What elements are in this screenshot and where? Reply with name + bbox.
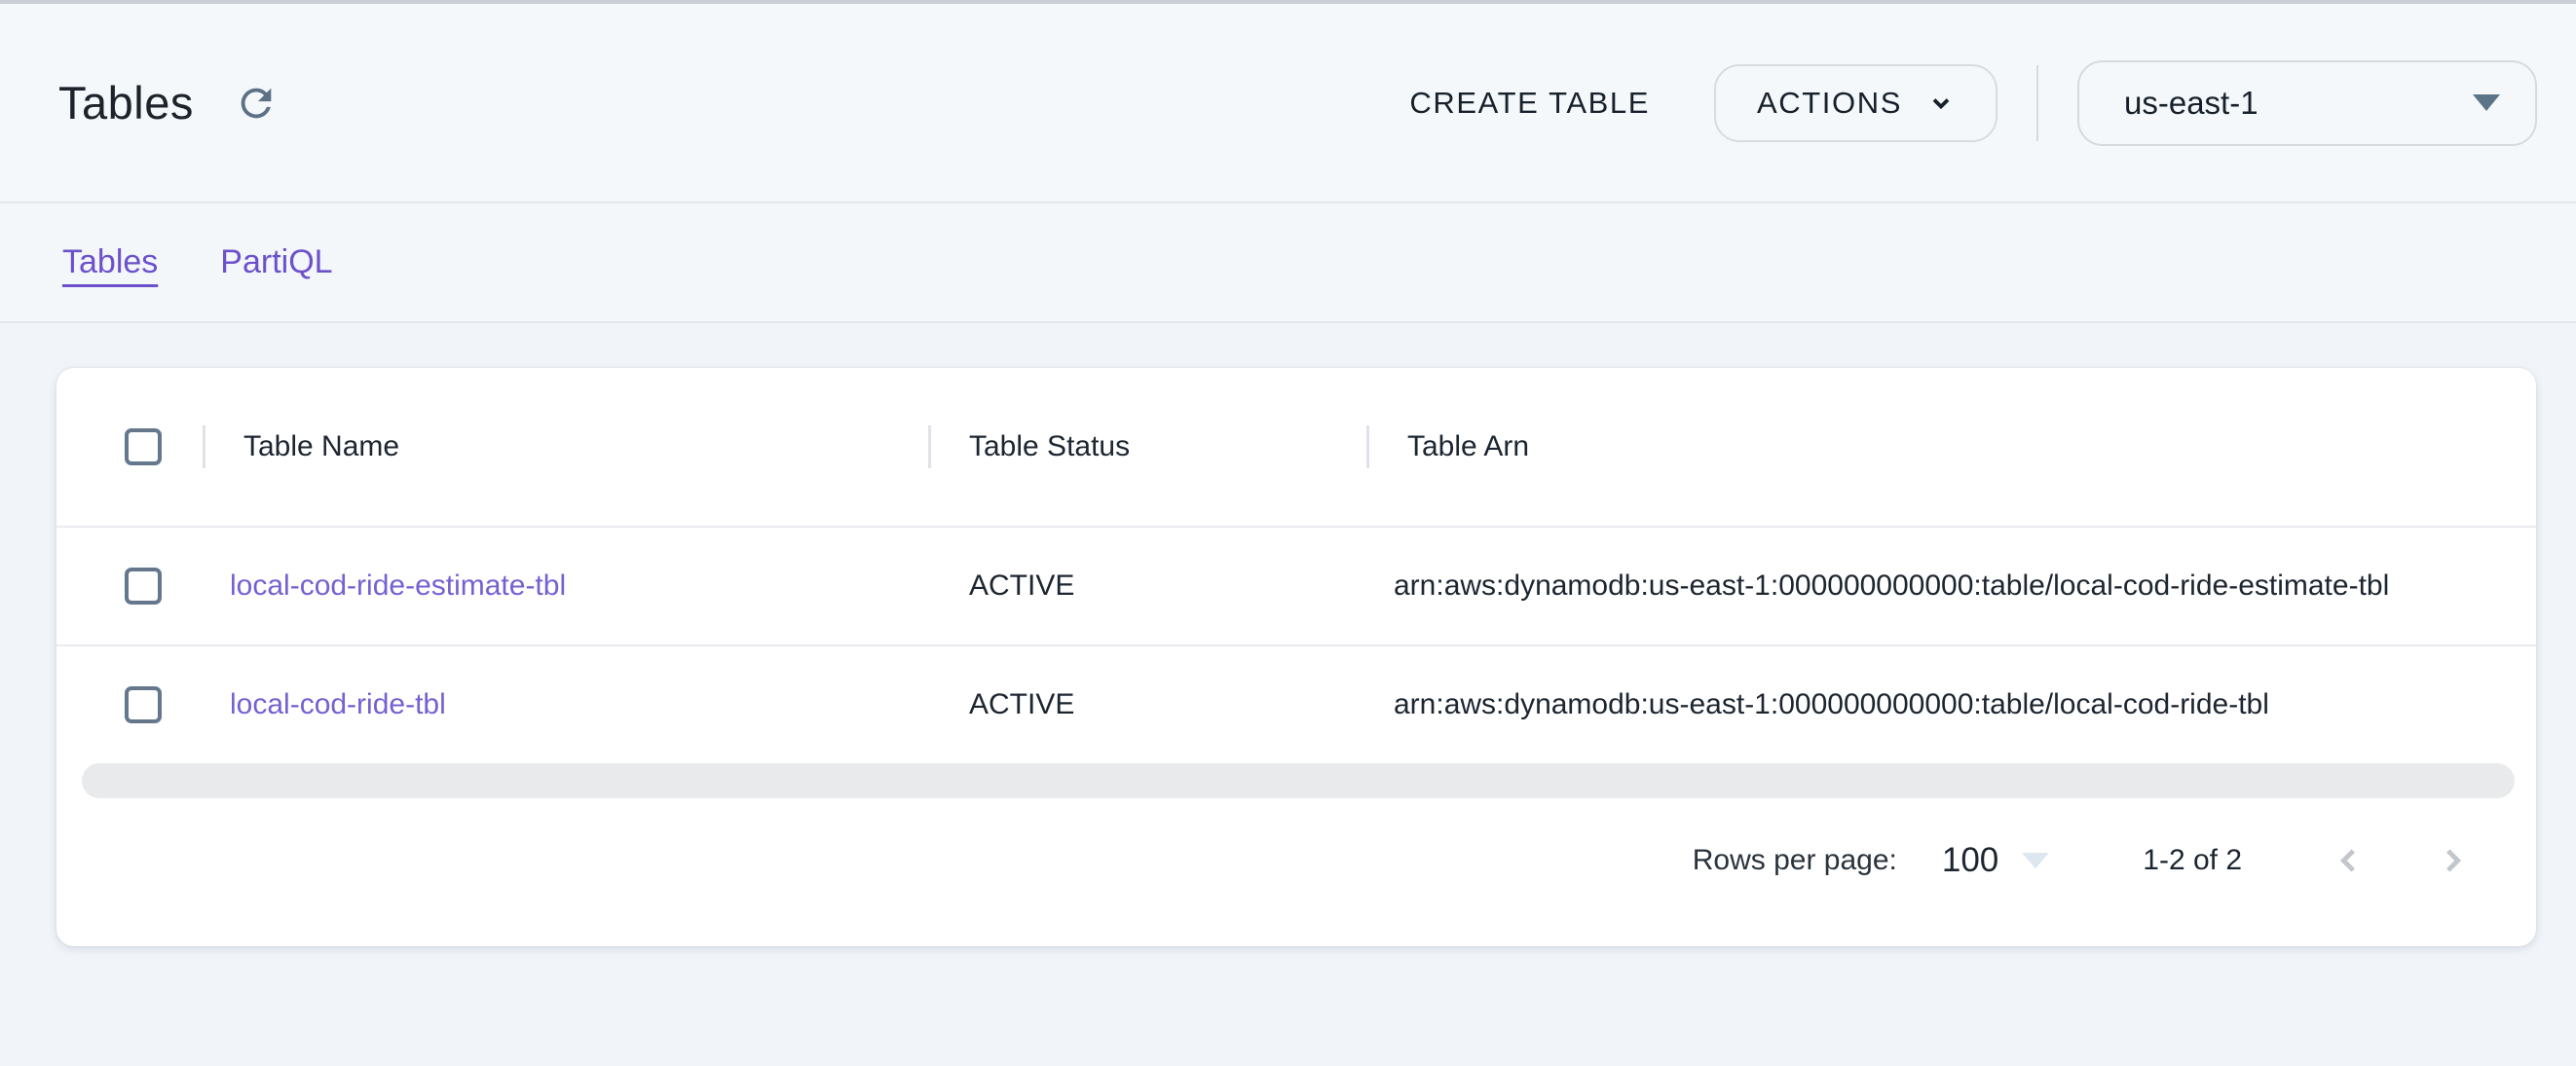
column-header-table-name: Table Name xyxy=(203,430,928,463)
refresh-button[interactable] xyxy=(229,76,283,130)
table-name-link[interactable]: local-cod-ride-tbl xyxy=(230,688,446,720)
table-arn-cell: arn:aws:dynamodb:us-east-1:000000000000:… xyxy=(1366,688,2536,721)
chevron-left-icon xyxy=(2333,844,2366,877)
create-table-button[interactable]: CREATE TABLE xyxy=(1388,68,1671,138)
rows-per-page-select[interactable]: 100 xyxy=(1942,841,2049,880)
rows-per-page-value: 100 xyxy=(1942,841,1998,880)
table-name-link[interactable]: local-cod-ride-estimate-tbl xyxy=(230,570,566,602)
select-all-checkbox[interactable] xyxy=(125,428,162,465)
chevron-right-icon xyxy=(2436,844,2469,877)
header-vertical-divider xyxy=(2036,65,2038,141)
tab-partiql[interactable]: PartiQL xyxy=(218,239,334,285)
refresh-icon xyxy=(234,81,279,126)
actions-button[interactable]: ACTIONS xyxy=(1714,64,1997,142)
table-header-row: Table Name Table Status Table Arn xyxy=(56,368,2536,526)
prev-page-button[interactable] xyxy=(2328,839,2371,882)
main-content: Table Name Table Status Table Arn local-… xyxy=(0,323,2576,1066)
rows-per-page-label: Rows per page: xyxy=(1693,844,1897,877)
pagination-range: 1-2 of 2 xyxy=(2143,844,2242,877)
pagination-bar: Rows per page: 100 1-2 of 2 xyxy=(56,839,2536,882)
table-status-cell: ACTIVE xyxy=(928,688,1366,721)
table-row: local-cod-ride-tbl ACTIVE arn:aws:dynamo… xyxy=(56,644,2536,763)
next-page-button[interactable] xyxy=(2431,839,2474,882)
app-root: Tables CREATE TABLE ACTIONS us-east-1 xyxy=(0,0,2576,1066)
table-name-cell: local-cod-ride-tbl xyxy=(203,688,928,721)
column-header-table-arn: Table Arn xyxy=(1366,430,2536,463)
row-checkbox-cell xyxy=(56,686,203,723)
row-checkbox[interactable] xyxy=(125,568,162,605)
region-select-value: us-east-1 xyxy=(2124,85,2259,122)
region-select[interactable]: us-east-1 xyxy=(2077,60,2537,146)
row-checkbox-cell xyxy=(56,568,203,605)
select-all-cell xyxy=(56,428,203,465)
tab-bar: Tables PartiQL xyxy=(0,202,2576,323)
page-title: Tables xyxy=(58,76,194,129)
actions-button-label: ACTIONS xyxy=(1757,86,1902,121)
horizontal-scrollbar-thumb[interactable] xyxy=(82,763,2515,798)
horizontal-scrollbar[interactable] xyxy=(82,763,2515,798)
row-checkbox[interactable] xyxy=(125,686,162,723)
rows-per-page-caret-icon xyxy=(2022,853,2049,868)
tab-tables[interactable]: Tables xyxy=(60,239,160,285)
table-arn-cell: arn:aws:dynamodb:us-east-1:000000000000:… xyxy=(1366,570,2536,603)
tables-card: Table Name Table Status Table Arn local-… xyxy=(56,368,2536,946)
table-status-cell: ACTIVE xyxy=(928,570,1366,603)
caret-down-icon xyxy=(2473,94,2500,111)
chevron-down-icon xyxy=(1927,90,1955,117)
table-name-cell: local-cod-ride-estimate-tbl xyxy=(203,570,928,603)
table-row: local-cod-ride-estimate-tbl ACTIVE arn:a… xyxy=(56,526,2536,644)
column-header-table-status: Table Status xyxy=(928,430,1366,463)
header-actions: CREATE TABLE ACTIONS us-east-1 xyxy=(1388,60,2537,146)
page-header: Tables CREATE TABLE ACTIONS us-east-1 xyxy=(0,4,2576,202)
